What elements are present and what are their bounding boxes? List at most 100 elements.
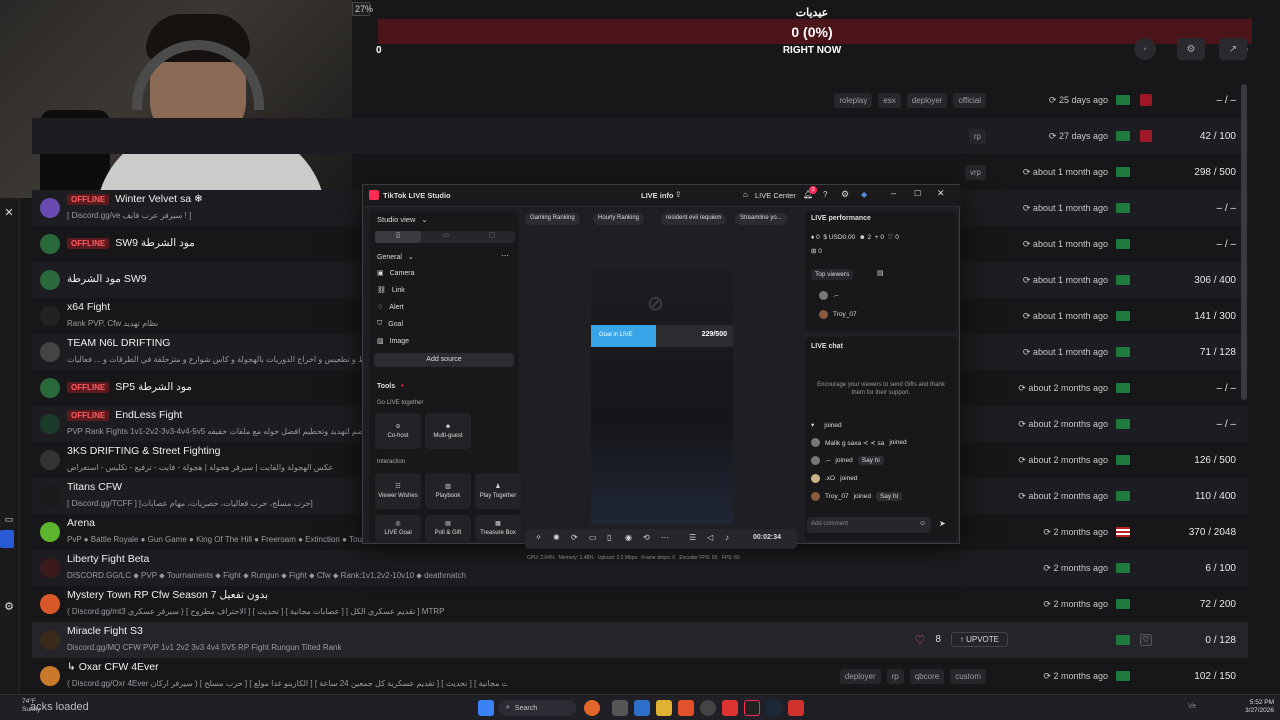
phone-icon[interactable]: ▯ [607,533,611,542]
windows-start-icon[interactable] [478,700,494,716]
server-name[interactable]: Mystery Town RP Cfw Season 7 بدون تفعيل [67,589,268,601]
server-row[interactable]: Miracle Fight S3 Discord.gg/MQ CFW PVP 1v… [32,622,1248,658]
more-icon[interactable]: ⋯ [501,251,509,260]
co-host-button[interactable]: ⊝ Co-host [375,413,421,449]
gear-icon[interactable]: ⚙ [2,600,16,614]
server-name[interactable]: Liberty Fight Beta [67,553,149,565]
refresh-icon[interactable]: ⟳ [571,533,578,542]
server-row[interactable]: roleplay esx deployer official ⟳ 25 days ago… [32,82,1248,118]
screen-icon[interactable]: ▭ [589,533,597,542]
top-viewers-tab[interactable]: Top viewers [811,269,854,280]
pill-gaming-ranking[interactable]: Gaming Ranking [525,213,580,225]
treasure-box-button[interactable]: ▦ Treasure Box [475,515,521,541]
add-source-button[interactable]: Add source [374,353,514,367]
source-camera[interactable]: ▣ Camera [377,269,415,278]
sliders-icon[interactable]: ☰ [689,533,696,542]
pill-hourly-ranking[interactable]: Hourly Ranking [593,213,645,225]
tiktok-live-studio-window[interactable]: TikTok LIVE Studio LIVE info ⇪ ⌂ LIVE Ce… [362,184,961,561]
more-icon[interactable]: ⋯ [661,533,669,542]
pill-game[interactable]: resident evil requiem [661,213,727,225]
say-hi-button[interactable]: Say hi [875,492,903,501]
source-link[interactable]: ⛓ Link [377,286,405,295]
playbook-button[interactable]: ▥ Playbook [425,473,471,509]
source-alert[interactable]: ♢ Alert [377,303,404,312]
viewer-item[interactable]: Troy_07 [819,310,857,319]
viewer-wishes-button[interactable]: ☷ Viewer Wishes [375,473,421,509]
server-name[interactable]: TEAM N6L DRIFTING [67,337,170,349]
server-name[interactable]: OFFLINE EndLess Fight [67,409,182,421]
browser-icon[interactable] [634,700,650,716]
landscape-icon[interactable]: ▭ [423,231,469,243]
general-section[interactable]: General ⌄ [377,253,414,262]
live-goal-button[interactable]: ◎ LIVE Goal [375,515,421,541]
record-icon[interactable]: ◉ [625,533,632,542]
server-name[interactable]: Miracle Fight S3 [67,625,143,637]
upvote-button[interactable]: ↑ UPVOTE [950,632,1008,647]
tag[interactable]: custom [950,669,986,684]
expand-icon[interactable]: ↗ [1219,38,1247,60]
tag[interactable]: qbcore [909,669,945,684]
tag[interactable]: rp [886,669,904,684]
server-row[interactable]: ↳ Oxar CFW 4Ever ( Discord.gg/Oxr 4Ever س… [32,658,1248,694]
mic-icon[interactable]: ♪ [725,533,729,542]
server-name[interactable]: Titans CFW [67,481,122,493]
server-name[interactable]: 3KS DRIFTING & Street Fighting [67,445,220,457]
tag[interactable]: roleplay [834,93,873,108]
settings-icon[interactable]: ⚙ [841,189,849,200]
portrait-icon[interactable]: ▯ [375,231,421,243]
tag[interactable]: deployer [906,93,948,108]
app-icon[interactable] [584,700,600,716]
studio-view-dropdown[interactable]: Studio view ⌄ [377,215,428,224]
profile-icon[interactable]: ◆ [861,190,867,199]
server-name[interactable]: مود الشرطة SW9 [67,273,147,285]
tiktok-icon[interactable] [744,700,760,716]
volume-icon[interactable]: ◁ [707,533,713,542]
tag[interactable]: official [953,93,986,108]
tag[interactable]: esx [878,93,901,108]
server-name[interactable]: Arena [67,517,95,529]
viewer-item[interactable]: .– [819,291,838,300]
replay-icon[interactable]: ⟲ [643,533,650,542]
play-together-button[interactable]: ♟ Play Together [475,473,521,509]
emoji-icon[interactable]: ☺ [919,520,926,527]
share-icon[interactable]: ⇪ [675,190,682,199]
poll-gift-button[interactable]: ▤ Poll & Gift [425,515,471,541]
help-icon[interactable]: ? [823,190,827,199]
app-icon[interactable] [788,700,804,716]
window-icon[interactable]: ▭ [2,514,16,528]
source-goal[interactable]: ⛉ Goal [377,320,403,328]
active-tab-indicator[interactable] [0,530,14,548]
server-name[interactable]: x64 Fight [67,301,110,313]
tag[interactable]: vrp [964,165,986,180]
settings-icon[interactable]: ⚙ [1177,38,1205,60]
tag[interactable]: rp [968,129,986,144]
say-hi-button[interactable]: Say hi [857,456,884,465]
tag[interactable]: deployer [839,669,881,684]
folder-icon[interactable] [656,700,672,716]
favorite-heart-icon[interactable]: ♡ [1140,634,1152,646]
favorite-icon[interactable] [1140,130,1152,142]
chrome-icon[interactable] [722,700,738,716]
close-icon[interactable]: ✕ [937,188,945,199]
minimize-icon[interactable]: – [891,188,896,198]
brave-icon[interactable] [678,700,694,716]
steam-icon[interactable] [766,700,782,716]
magic-icon[interactable]: ✧ [535,533,542,542]
send-icon[interactable]: ➤ [939,519,946,528]
favorite-icon[interactable] [1140,94,1152,106]
server-name[interactable]: ↳ Oxar CFW 4Ever [67,661,159,673]
split-icon[interactable]: ▢ [469,231,515,243]
list-icon[interactable]: ▤ [877,269,884,277]
multi-guest-button[interactable]: ☻ Multi-guest [425,413,471,449]
server-name[interactable]: OFFLINE Winter Velvet sa ❄ [67,193,203,205]
clock[interactable]: 5:52 PM 3/27/2026 [1214,699,1274,715]
server-row[interactable]: rp ⟳ 27 days ago 42 / 100 [32,118,1248,154]
maximize-icon[interactable]: ☐ [914,189,921,198]
close-icon[interactable]: ✕ [2,206,16,220]
taskbar-search[interactable]: ⌕ Search [498,700,576,716]
circle-icon[interactable]: ◦ [1134,38,1156,60]
scrollbar[interactable] [1241,84,1247,400]
task-view-icon[interactable] [612,700,628,716]
source-image[interactable]: ▨ Image [377,337,409,346]
pill-streamline[interactable]: Streamline yo... [735,213,787,225]
